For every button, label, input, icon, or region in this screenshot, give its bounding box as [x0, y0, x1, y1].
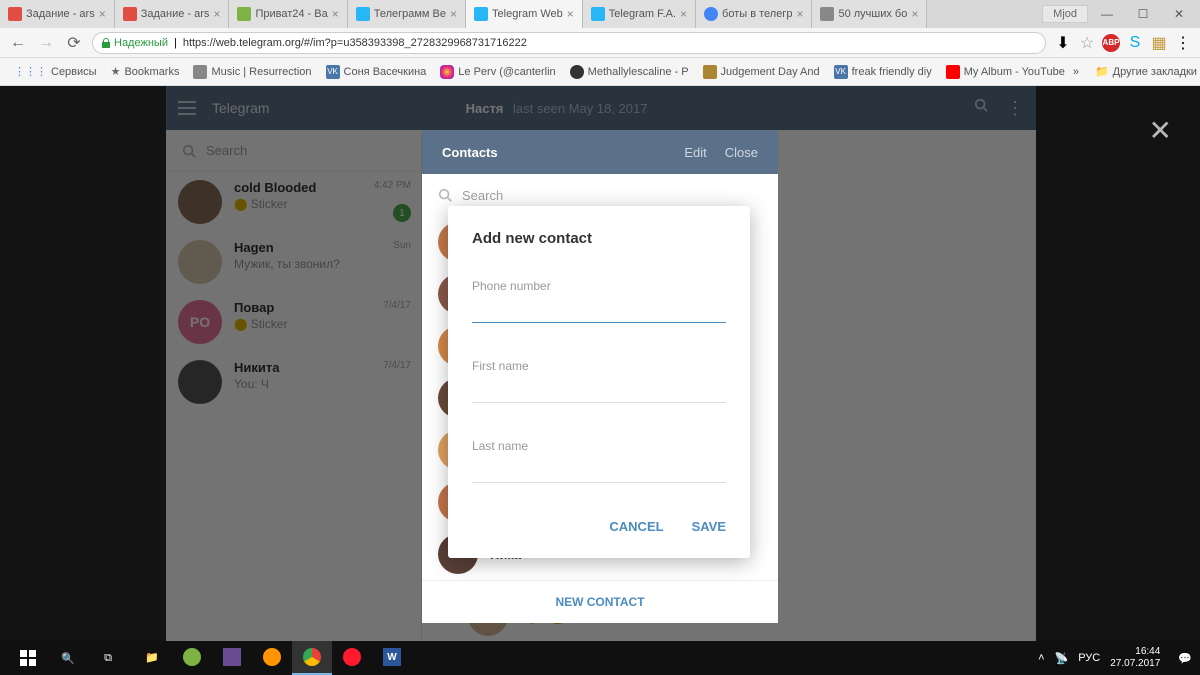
- taskbar-app[interactable]: [212, 641, 252, 675]
- close-icon[interactable]: ×: [680, 7, 687, 21]
- window-maximize-icon[interactable]: ☐: [1126, 4, 1160, 24]
- window-close-icon[interactable]: ✕: [1162, 4, 1196, 24]
- taskbar-clock[interactable]: 16:44 27.07.2017: [1110, 646, 1168, 670]
- bookmarks-overflow-icon[interactable]: »: [1073, 66, 1079, 78]
- browser-tab-strip: Задание - ars× Задание - ars× Приват24 -…: [0, 0, 1200, 28]
- browser-tab-active[interactable]: Telegram Web×: [466, 0, 583, 28]
- close-icon[interactable]: ×: [911, 7, 918, 21]
- url-input[interactable]: Надежный | https://web.telegram.org/#/im…: [92, 32, 1046, 54]
- dialog-title: Add new contact: [472, 230, 726, 247]
- taskbar-app-chrome[interactable]: [292, 641, 332, 675]
- chrome-user-badge[interactable]: Mjod: [1042, 5, 1088, 23]
- taskbar-app-opera[interactable]: [332, 641, 372, 675]
- taskbar-app-explorer[interactable]: 📁: [132, 641, 172, 675]
- contacts-close-button[interactable]: Close: [725, 145, 758, 160]
- apps-button[interactable]: ⋮⋮⋮Сервисы: [8, 63, 103, 80]
- adblock-icon[interactable]: ABP: [1102, 34, 1120, 52]
- add-contact-dialog: Add new contact Phone number First name …: [448, 206, 750, 558]
- first-name-label: First name: [472, 359, 726, 373]
- browser-tab[interactable]: Задание - ars×: [0, 0, 115, 28]
- bookmark-item[interactable]: Judgement Day And: [697, 63, 826, 81]
- close-icon[interactable]: ×: [796, 7, 803, 21]
- new-contact-button[interactable]: NEW CONTACT: [422, 580, 778, 623]
- last-name-input[interactable]: [472, 459, 726, 483]
- bookmark-item[interactable]: VKfreak friendly diy: [828, 63, 938, 81]
- first-name-input[interactable]: [472, 379, 726, 403]
- forward-icon: →: [36, 33, 56, 53]
- phone-label: Phone number: [472, 279, 726, 293]
- windows-taskbar: 🔍 ⧉ 📁 W ˄ 📡 РУС 16:44 27.07.2017 💬: [0, 641, 1200, 675]
- taskbar-app-utorrent[interactable]: [172, 641, 212, 675]
- browser-tab[interactable]: боты в телегр×: [696, 0, 812, 28]
- bookmarks-bar: ⋮⋮⋮Сервисы ★Bookmarks Music | Resurrecti…: [0, 58, 1200, 86]
- close-icon[interactable]: ×: [332, 7, 339, 21]
- bookmark-item[interactable]: My Album - YouTube: [940, 63, 1071, 81]
- tray-bluetooth-icon[interactable]: 📡: [1055, 652, 1069, 665]
- save-button[interactable]: SAVE: [692, 519, 726, 534]
- close-icon[interactable]: ×: [213, 7, 220, 21]
- taskbar-app-word[interactable]: W: [372, 641, 412, 675]
- browser-tab[interactable]: Telegram F.A.×: [583, 0, 696, 28]
- bookmark-item[interactable]: Methallylescaline - P: [564, 63, 695, 81]
- cancel-button[interactable]: CANCEL: [609, 519, 663, 534]
- menu-icon[interactable]: ⋮: [1174, 34, 1192, 52]
- other-bookmarks[interactable]: 📁Другие закладки: [1089, 63, 1200, 80]
- bookmark-item[interactable]: Le Perv (@canterlin: [434, 63, 561, 81]
- taskbar-app-firefox[interactable]: [252, 641, 292, 675]
- browser-tab[interactable]: 50 лучших бо×: [812, 0, 927, 28]
- download-icon[interactable]: ⬇: [1054, 34, 1072, 52]
- bookmark-item[interactable]: Music | Resurrection: [187, 63, 317, 81]
- window-minimize-icon[interactable]: —: [1090, 4, 1124, 24]
- search-icon: [438, 188, 452, 202]
- notifications-icon[interactable]: 💬: [1178, 652, 1192, 665]
- phone-input[interactable]: [472, 299, 726, 323]
- contacts-edit-button[interactable]: Edit: [684, 145, 706, 160]
- close-icon[interactable]: ×: [450, 7, 457, 21]
- browser-tab[interactable]: Приват24 - Ва×: [229, 0, 347, 28]
- search-icon[interactable]: 🔍: [48, 641, 88, 675]
- tray-chevron-icon[interactable]: ˄: [1038, 652, 1044, 664]
- lock-icon: [101, 38, 111, 48]
- last-name-label: Last name: [472, 439, 726, 453]
- star-icon[interactable]: ☆: [1078, 34, 1096, 52]
- browser-tab[interactable]: Задание - ars×: [115, 0, 230, 28]
- browser-address-bar: ← → ⟳ Надежный | https://web.telegram.or…: [0, 28, 1200, 58]
- start-button[interactable]: [8, 641, 48, 675]
- task-view-icon[interactable]: ⧉: [88, 641, 128, 675]
- reload-icon[interactable]: ⟳: [64, 33, 84, 53]
- bookmark-item[interactable]: VKСоня Васечкина: [320, 63, 433, 81]
- close-icon[interactable]: ×: [567, 7, 574, 21]
- contacts-title: Contacts: [442, 145, 498, 160]
- browser-tab[interactable]: Телеграмм Ве×: [348, 0, 466, 28]
- back-icon[interactable]: ←: [8, 33, 28, 53]
- bookmark-item[interactable]: ★Bookmarks: [105, 63, 186, 80]
- close-icon[interactable]: ✕: [1149, 114, 1172, 147]
- skype-icon[interactable]: S: [1126, 34, 1144, 52]
- tray-language[interactable]: РУС: [1078, 652, 1100, 664]
- close-icon[interactable]: ×: [99, 7, 106, 21]
- url-text: https://web.telegram.org/#/im?p=u3583933…: [183, 37, 527, 49]
- extension-icon[interactable]: ▦: [1150, 34, 1168, 52]
